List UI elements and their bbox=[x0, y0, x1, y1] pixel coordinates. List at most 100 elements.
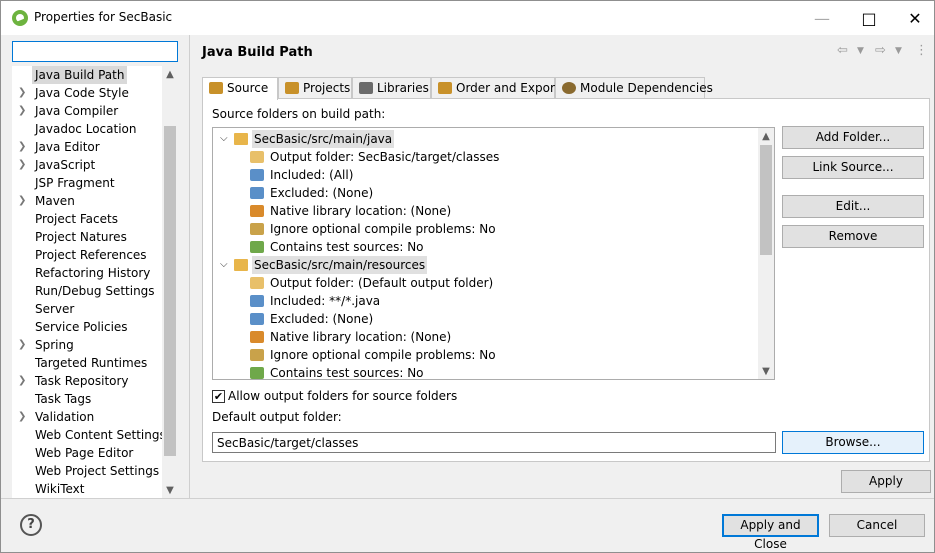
tab-label: Order and Export bbox=[456, 81, 560, 95]
tab-projects[interactable]: Projects bbox=[278, 77, 352, 99]
nav-scrollbar[interactable]: ▲ ▼ bbox=[162, 66, 178, 498]
nav-scroll-thumb[interactable] bbox=[164, 126, 176, 456]
nav-item[interactable]: JSP Fragment bbox=[12, 174, 162, 192]
nav-item[interactable]: Web Content Settings bbox=[12, 426, 166, 444]
chevron-right-icon[interactable]: ❯ bbox=[18, 336, 26, 354]
edit-button[interactable]: Edit... bbox=[782, 195, 924, 218]
chevron-right-icon[interactable]: ❯ bbox=[18, 102, 26, 120]
nav-item[interactable]: Javadoc Location bbox=[12, 120, 162, 138]
native-library-icon bbox=[250, 331, 264, 343]
pane-divider[interactable] bbox=[189, 35, 190, 499]
nav-item[interactable]: ❯ JavaScript bbox=[12, 156, 162, 174]
property-page-tree: Java Build Path ❯ Java Code Style ❯ Java Com… bbox=[12, 66, 178, 498]
forward-arrow-icon[interactable]: ⇨ bbox=[875, 43, 886, 58]
source-attribute-label: Ignore optional compile problems: No bbox=[270, 222, 496, 236]
nav-item-label: Service Policies bbox=[35, 320, 128, 334]
cancel-button[interactable]: Cancel bbox=[829, 514, 925, 537]
close-button[interactable]: ✕ bbox=[892, 1, 935, 35]
order-export-icon bbox=[438, 82, 452, 94]
chevron-right-icon[interactable]: ❯ bbox=[18, 408, 26, 426]
tab-label: Libraries bbox=[377, 81, 429, 95]
tab-libraries[interactable]: Libraries bbox=[352, 77, 431, 99]
nav-item[interactable]: Task Tags bbox=[12, 390, 162, 408]
nav-item-label: JavaScript bbox=[35, 158, 96, 172]
nav-item-label: Task Repository bbox=[35, 374, 129, 388]
footer-divider bbox=[1, 498, 934, 499]
nav-item[interactable]: WikiText bbox=[12, 480, 162, 498]
nav-item[interactable]: Java Build Path bbox=[12, 66, 162, 84]
scroll-down-icon[interactable]: ▼ bbox=[758, 363, 774, 379]
back-arrow-icon[interactable]: ⇦ bbox=[837, 43, 848, 58]
filter-icon bbox=[250, 187, 264, 199]
back-dropdown-icon[interactable]: ▼ bbox=[857, 46, 864, 56]
view-menu-icon[interactable]: ⋮ bbox=[915, 43, 928, 58]
nav-item[interactable]: ❯ Spring bbox=[12, 336, 162, 354]
add-folder-button[interactable]: Add Folder... bbox=[782, 126, 924, 149]
allow-output-checkbox[interactable]: ✔ bbox=[212, 390, 225, 403]
chevron-right-icon[interactable]: ❯ bbox=[18, 138, 26, 156]
nav-item-label: Spring bbox=[35, 338, 74, 352]
nav-item[interactable]: ❯ Task Repository bbox=[12, 372, 162, 390]
nav-item[interactable]: Server bbox=[12, 300, 162, 318]
help-icon[interactable]: ? bbox=[20, 514, 42, 536]
source-attribute-label: Native library location: (None) bbox=[270, 204, 452, 218]
chevron-right-icon[interactable]: ❯ bbox=[18, 156, 26, 174]
nav-item-label: Maven bbox=[35, 194, 75, 208]
chevron-down-icon[interactable]: ⌵ bbox=[220, 130, 228, 148]
browse-button[interactable]: Browse... bbox=[782, 431, 924, 454]
chevron-right-icon[interactable]: ❯ bbox=[18, 84, 26, 102]
nav-item[interactable]: Project References bbox=[12, 246, 162, 264]
apply-and-close-button[interactable]: Apply and Close bbox=[722, 514, 819, 551]
nav-item[interactable]: Targeted Runtimes bbox=[12, 354, 162, 372]
minimize-button[interactable]: — bbox=[799, 1, 845, 35]
spring-app-icon bbox=[12, 10, 28, 26]
source-folder-icon bbox=[234, 133, 248, 145]
tab-order-and-export[interactable]: Order and Export bbox=[431, 77, 560, 99]
nav-item[interactable]: ❯ Validation bbox=[12, 408, 162, 426]
source-attribute-label: Contains test sources: No bbox=[270, 366, 424, 380]
scroll-down-icon[interactable]: ▼ bbox=[162, 482, 178, 498]
forward-dropdown-icon[interactable]: ▼ bbox=[895, 46, 902, 56]
nav-item-label: Project References bbox=[35, 248, 147, 262]
title-bar: Properties for SecBasic — □ ✕ bbox=[1, 1, 934, 35]
chevron-right-icon[interactable]: ❯ bbox=[18, 372, 26, 390]
nav-item[interactable]: ❯ Java Editor bbox=[12, 138, 162, 156]
filter-input[interactable] bbox=[12, 41, 178, 62]
chevron-right-icon[interactable]: ❯ bbox=[18, 192, 26, 210]
nav-item[interactable]: Web Page Editor bbox=[12, 444, 162, 462]
nav-item[interactable]: Refactoring History bbox=[12, 264, 162, 282]
nav-item-label: Project Natures bbox=[35, 230, 127, 244]
remove-button[interactable]: Remove bbox=[782, 225, 924, 248]
tab-module-dependencies[interactable]: Module Dependencies bbox=[555, 77, 713, 99]
nav-item[interactable]: ❯ Java Compiler bbox=[12, 102, 162, 120]
nav-item-label: Web Project Settings bbox=[35, 464, 160, 478]
nav-item[interactable]: Project Natures bbox=[12, 228, 162, 246]
history-nav: ⇦ ▼ ⇨ ▼ ⋮ bbox=[837, 43, 929, 61]
nav-item[interactable]: ❯ Java Code Style bbox=[12, 84, 162, 102]
default-output-field[interactable] bbox=[212, 432, 776, 453]
scroll-up-icon[interactable]: ▲ bbox=[162, 66, 178, 82]
source-tree-scrollbar[interactable]: ▲ ▼ bbox=[758, 128, 774, 379]
properties-dialog: Properties for SecBasic — □ ✕ Java Build… bbox=[0, 0, 935, 553]
nav-item[interactable]: Project Facets bbox=[12, 210, 162, 228]
source-folder-tree[interactable]: ⌵ SecBasic/src/main/java Output folder: Se… bbox=[212, 127, 775, 380]
projects-icon bbox=[285, 82, 299, 94]
scroll-up-icon[interactable]: ▲ bbox=[758, 128, 774, 144]
source-tree-scroll-thumb[interactable] bbox=[760, 145, 772, 255]
window-title: Properties for SecBasic bbox=[34, 10, 173, 24]
nav-item[interactable]: Service Policies bbox=[12, 318, 162, 336]
apply-button[interactable]: Apply bbox=[841, 470, 931, 493]
nav-item[interactable]: ❯ Maven bbox=[12, 192, 162, 210]
source-attribute-label: Included: (All) bbox=[270, 168, 354, 182]
tab-label: Projects bbox=[303, 81, 351, 95]
link-source-button[interactable]: Link Source... bbox=[782, 156, 924, 179]
nav-item-label: JSP Fragment bbox=[35, 176, 115, 190]
chevron-down-icon[interactable]: ⌵ bbox=[220, 256, 228, 274]
output-folder-icon bbox=[250, 151, 264, 163]
maximize-button[interactable]: □ bbox=[846, 1, 892, 35]
nav-item-label: Run/Debug Settings bbox=[35, 284, 155, 298]
nav-item[interactable]: Web Project Settings bbox=[12, 462, 162, 480]
nav-item[interactable]: Run/Debug Settings bbox=[12, 282, 162, 300]
tab-source[interactable]: Source bbox=[202, 77, 278, 100]
allow-output-label: Allow output folders for source folders bbox=[228, 389, 458, 403]
